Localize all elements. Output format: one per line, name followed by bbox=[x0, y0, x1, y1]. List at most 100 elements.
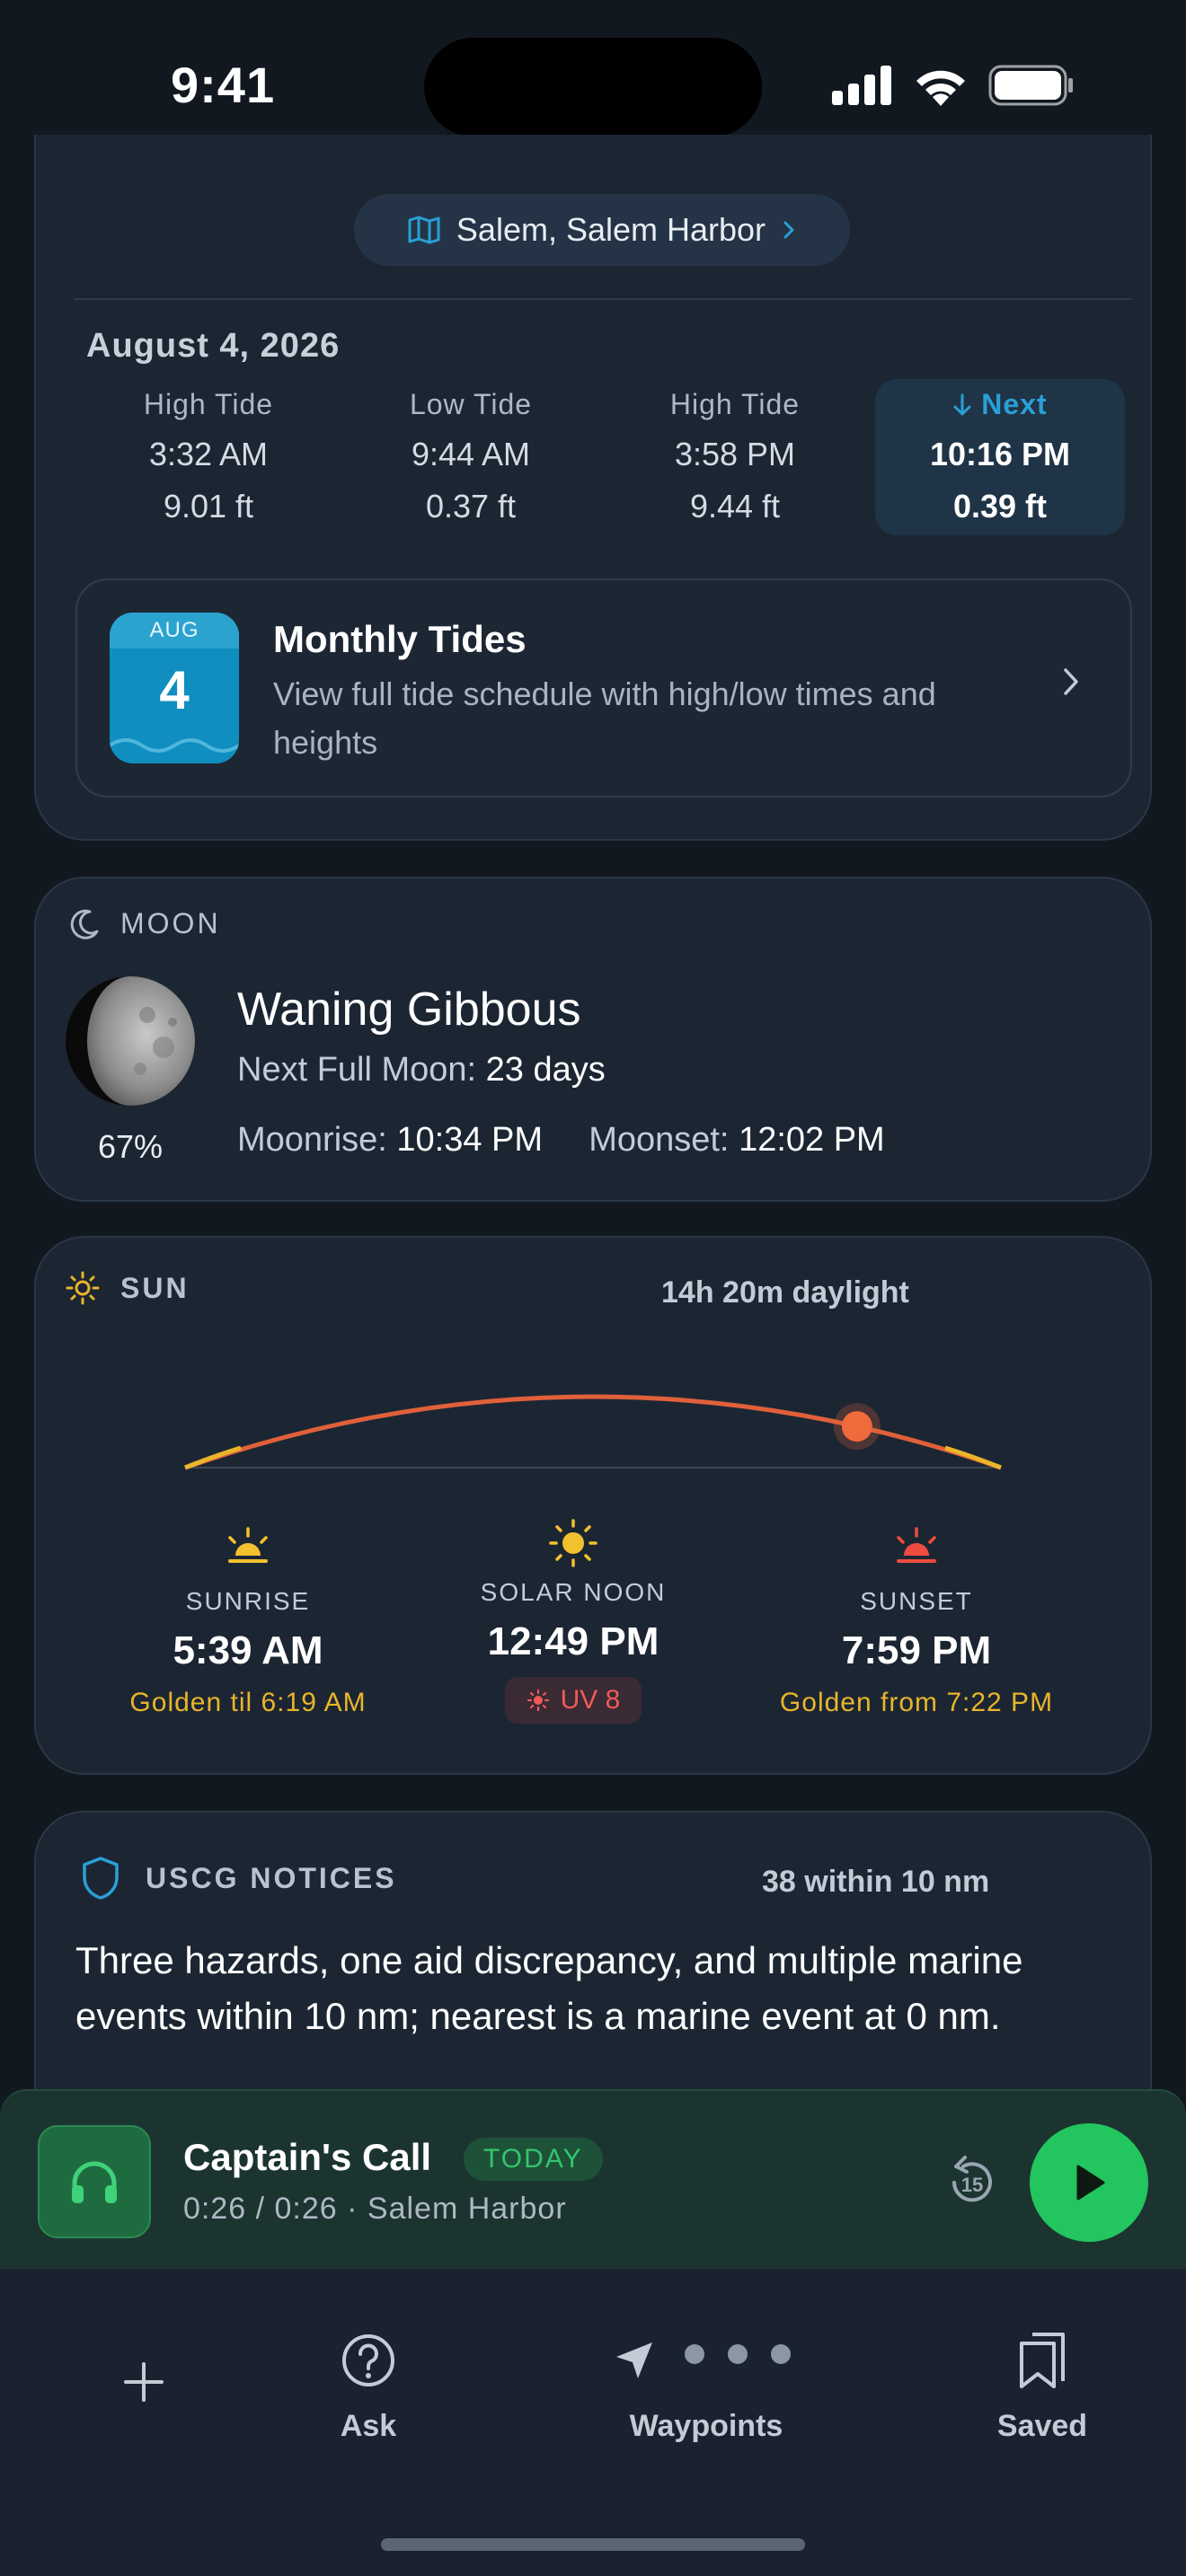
sun-header: SUN bbox=[65, 1270, 190, 1306]
divider bbox=[74, 298, 1132, 300]
golden-hour-end bbox=[944, 1445, 1002, 1470]
moon-phase-name: Waning Gibbous bbox=[237, 984, 581, 1036]
notices-count: 38 within 10 nm bbox=[762, 1865, 990, 1899]
sunrise-column: SUNRISE 5:39 AM Golden til 6:19 AM bbox=[104, 1527, 392, 1718]
next-tide-time: 10:16 PM bbox=[929, 436, 1071, 472]
wifi-icon bbox=[916, 70, 965, 106]
next-tide-label-row: Next bbox=[875, 388, 1125, 421]
sunrise-icon bbox=[228, 1527, 268, 1563]
tide-type: Low Tide bbox=[409, 388, 533, 420]
tide-entry: Low Tide 9:44 AM 0.37 ft bbox=[345, 388, 597, 525]
calendar-icon: AUG 4 bbox=[110, 613, 239, 763]
wave-icon bbox=[110, 738, 239, 753]
crescent-moon-icon bbox=[70, 909, 99, 940]
tab-saved-label: Saved bbox=[996, 2409, 1088, 2443]
tide-type: High Tide bbox=[669, 388, 801, 420]
solar-noon-label: SOLAR NOON bbox=[480, 1578, 667, 1606]
notices-summary: Three hazards, one aid discrepancy, and … bbox=[75, 1939, 1023, 2037]
sun-section-label: SUN bbox=[120, 1271, 190, 1304]
signal-icon bbox=[832, 66, 891, 105]
replay-seconds: 15 bbox=[960, 2174, 984, 2196]
arrow-down-icon bbox=[953, 393, 971, 416]
moonset-label: Moonset: bbox=[589, 1121, 730, 1159]
sunset-golden: Golden from 7:22 PM bbox=[779, 1688, 1054, 1717]
uv-index-value: UV 8 bbox=[560, 1685, 621, 1715]
next-tide-height: 0.39 ft bbox=[952, 488, 1048, 525]
chevron-right-icon bbox=[783, 221, 794, 239]
moonrise-value: 10:34 PM bbox=[396, 1121, 544, 1159]
add-icon-wrap bbox=[108, 2344, 180, 2420]
next-tide-content: Next 10:16 PM 0.39 ft bbox=[875, 388, 1125, 525]
monthly-tides-title: Monthly Tides bbox=[273, 618, 527, 660]
chevron-right-icon bbox=[1064, 668, 1078, 695]
saved-icon-wrap bbox=[979, 2323, 1105, 2398]
moon-section-label: MOON bbox=[120, 907, 221, 940]
next-label: Next bbox=[981, 388, 1048, 420]
player-title: Captain's Call bbox=[183, 2136, 432, 2178]
play-icon bbox=[1076, 2165, 1105, 2201]
moonrise-label: Moonrise: bbox=[237, 1121, 387, 1159]
sunset-time: 7:59 PM bbox=[841, 1628, 992, 1672]
play-button[interactable] bbox=[1030, 2123, 1148, 2242]
notices-section-label: USCG NOTICES bbox=[146, 1861, 397, 1894]
dynamic-island bbox=[424, 38, 762, 137]
tab-ask[interactable]: Ask bbox=[305, 2323, 431, 2444]
status-icons bbox=[832, 65, 1075, 106]
plus-icon bbox=[124, 2362, 164, 2402]
moon-header: MOON bbox=[68, 907, 221, 940]
location-selector[interactable]: Salem, Salem Harbor bbox=[354, 194, 850, 266]
tab-waypoints[interactable]: Waypoints bbox=[607, 2323, 805, 2444]
moon-illumination: 67% bbox=[97, 1128, 164, 1165]
tide-entry: High Tide 3:32 AM 9.01 ft bbox=[83, 388, 334, 525]
tab-saved[interactable]: Saved bbox=[979, 2323, 1105, 2444]
audio-player bbox=[0, 2089, 1186, 2269]
moon-phase-image bbox=[66, 976, 195, 1106]
tide-height: 9.01 ft bbox=[163, 488, 254, 525]
tide-time: 3:32 AM bbox=[148, 436, 269, 472]
moon-rise-set: Moonrise: 10:34 PM Moonset: 12:02 PM bbox=[237, 1121, 885, 1160]
today-badge: TODAY bbox=[464, 2138, 603, 2181]
sunset-label: SUNSET bbox=[860, 1587, 973, 1615]
sun-icon bbox=[549, 1519, 597, 1567]
map-icon bbox=[408, 216, 440, 244]
sunrise-label: SUNRISE bbox=[185, 1587, 311, 1615]
ask-icon-wrap bbox=[305, 2323, 431, 2398]
tide-time: 3:58 PM bbox=[674, 436, 796, 472]
moonset-value: 12:02 PM bbox=[739, 1121, 885, 1159]
calendar-day: 4 bbox=[159, 660, 190, 720]
home-indicator bbox=[381, 2538, 805, 2551]
sun-arc-chart bbox=[184, 1394, 1002, 1470]
sun-small-icon bbox=[527, 1689, 549, 1712]
tide-entry: High Tide 3:58 PM 9.44 ft bbox=[609, 388, 861, 525]
replay-15-button[interactable]: 15 bbox=[943, 2152, 997, 2210]
question-circle-icon bbox=[342, 2334, 394, 2386]
sun-icon bbox=[66, 1271, 100, 1305]
solar-noon-time: 12:49 PM bbox=[487, 1619, 659, 1663]
sunset-icon bbox=[897, 1527, 936, 1563]
sunset-column: SUNSET 7:59 PM Golden from 7:22 PM bbox=[773, 1527, 1060, 1718]
tide-date: August 4, 2026 bbox=[86, 327, 341, 365]
tab-add[interactable] bbox=[108, 2344, 180, 2420]
monthly-tides-description: View full tide schedule with high/low ti… bbox=[273, 675, 936, 761]
bookmarks-icon bbox=[1020, 2333, 1065, 2388]
tide-height: 9.44 ft bbox=[689, 488, 781, 525]
headphones-icon bbox=[72, 2161, 117, 2203]
dot bbox=[728, 2344, 748, 2364]
daylight-duration: 14h 20m daylight bbox=[661, 1275, 909, 1310]
calendar-month: AUG bbox=[110, 613, 239, 648]
tide-type: High Tide bbox=[143, 388, 274, 420]
uv-index-badge: UV 8 bbox=[504, 1677, 642, 1724]
status-time: 9:41 bbox=[171, 57, 276, 113]
dot bbox=[685, 2344, 704, 2364]
golden-hour-start bbox=[184, 1445, 242, 1470]
location-name: Salem, Salem Harbor bbox=[456, 211, 766, 248]
sun-position-marker bbox=[841, 1411, 872, 1442]
tab-ask-label: Ask bbox=[340, 2409, 397, 2443]
dot bbox=[771, 2344, 791, 2364]
navigation-arrow-icon bbox=[616, 2342, 652, 2378]
shield-icon bbox=[83, 1857, 119, 1900]
notices-header: USCG NOTICES bbox=[81, 1856, 397, 1901]
next-full-moon-value: 23 days bbox=[485, 1051, 606, 1089]
podcast-artwork[interactable] bbox=[38, 2125, 151, 2238]
battery-icon bbox=[988, 65, 1073, 106]
